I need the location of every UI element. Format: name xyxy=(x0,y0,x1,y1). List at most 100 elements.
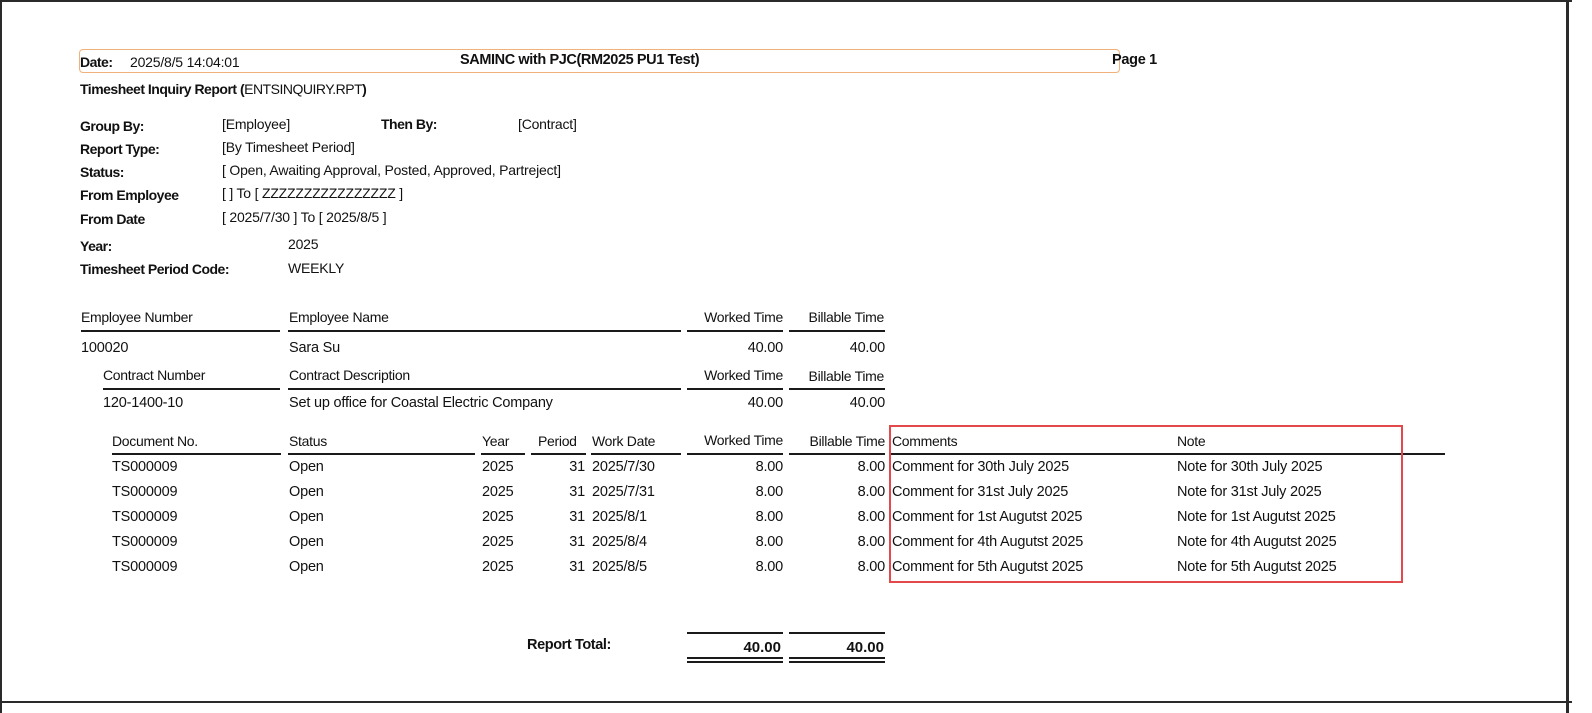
row-document: TS000009 xyxy=(112,559,178,575)
contract-description-header: Contract Description xyxy=(289,367,410,383)
year-label: Year: xyxy=(80,238,112,254)
row-period: 31 xyxy=(569,509,585,525)
group-by-value: [Employee] xyxy=(222,116,291,132)
row-year: 2025 xyxy=(482,509,514,525)
row-worked: 8.00 xyxy=(755,484,784,500)
employee-number: 100020 xyxy=(81,340,129,356)
frame-right xyxy=(1566,0,1569,713)
then-by-value: [Contract] xyxy=(518,116,577,132)
contract-description: Set up office for Coastal Electric Compa… xyxy=(289,395,553,411)
contract-billable-underline xyxy=(789,388,885,390)
row-year: 2025 xyxy=(482,559,514,575)
row-status: Open xyxy=(289,484,324,500)
year-header: Year xyxy=(482,433,510,449)
from-employee-value: [ ] To [ ZZZZZZZZZZZZZZZZ ] xyxy=(222,185,403,201)
employee-name-header: Employee Name xyxy=(289,309,389,325)
row-billable: 8.00 xyxy=(857,509,886,525)
row-document: TS000009 xyxy=(112,509,178,525)
row-period: 31 xyxy=(569,559,585,575)
employee-worked-underline xyxy=(687,330,783,332)
period-header: Period xyxy=(538,433,577,449)
contract-number: 120-1400-10 xyxy=(103,395,184,411)
contract-number-underline xyxy=(103,388,280,390)
from-date-label: From Date xyxy=(80,211,145,227)
row-document: TS000009 xyxy=(112,459,178,475)
total-billable-topline xyxy=(789,632,885,634)
report-type-value: [By Timesheet Period] xyxy=(222,139,355,155)
page-number: Page 1 xyxy=(1112,52,1157,68)
status-value: [ Open, Awaiting Approval, Posted, Appro… xyxy=(222,162,561,178)
employee-worked: 40.00 xyxy=(747,340,783,356)
row-worked: 8.00 xyxy=(755,459,784,475)
frame-top xyxy=(0,0,1572,2)
highlight-box xyxy=(889,425,1403,583)
row-status: Open xyxy=(289,559,324,575)
report-title: Timesheet Inquiry Report (ENTSINQUIRY.RP… xyxy=(80,81,367,97)
contract-billable-header: Billable Time xyxy=(808,368,885,384)
row-status: Open xyxy=(289,534,324,550)
row-status: Open xyxy=(289,509,324,525)
detail-worked-underline xyxy=(687,453,783,455)
company-name: SAMINC with PJC(RM2025 PU1 Test) xyxy=(460,52,700,68)
employee-billable: 40.00 xyxy=(849,340,885,356)
contract-worked-header: Worked Time xyxy=(704,367,783,383)
year-underline xyxy=(481,453,525,455)
row-worked: 8.00 xyxy=(755,534,784,550)
row-year: 2025 xyxy=(482,459,514,475)
date-value: 2025/8/5 14:04:01 xyxy=(130,54,240,70)
row-billable: 8.00 xyxy=(857,534,886,550)
detail-billable-underline xyxy=(789,453,885,455)
row-billable: 8.00 xyxy=(857,559,886,575)
employee-name-underline xyxy=(288,330,681,332)
row-billable: 8.00 xyxy=(857,484,886,500)
year-value: 2025 xyxy=(288,236,319,252)
report-page: Date: 2025/8/5 14:04:01 SAMINC with PJC(… xyxy=(0,0,1592,713)
group-by-label: Group By: xyxy=(80,118,144,134)
row-work-date: 2025/7/31 xyxy=(592,484,655,500)
frame-left xyxy=(0,0,2,713)
period-code-label: Timesheet Period Code: xyxy=(80,261,230,277)
document-header: Document No. xyxy=(112,433,198,449)
row-work-date: 2025/8/5 xyxy=(592,559,647,575)
row-work-date: 2025/7/30 xyxy=(592,459,655,475)
period-underline xyxy=(531,453,586,455)
employee-worked-header: Worked Time xyxy=(704,309,783,325)
row-billable: 8.00 xyxy=(857,459,886,475)
contract-billable: 40.00 xyxy=(849,395,885,411)
date-label: Date: xyxy=(80,54,113,70)
total-worked: 40.00 xyxy=(743,639,781,656)
row-document: TS000009 xyxy=(112,484,178,500)
report-type-label: Report Type: xyxy=(80,141,160,157)
row-worked: 8.00 xyxy=(755,559,784,575)
contract-worked-underline xyxy=(687,388,783,390)
employee-name: Sara Su xyxy=(289,340,340,356)
report-file-name: ENTSINQUIRY.RPT xyxy=(244,81,363,97)
employee-billable-header: Billable Time xyxy=(808,309,885,325)
contract-worked: 40.00 xyxy=(747,395,783,411)
detail-worked-header: Worked Time xyxy=(704,432,783,448)
employee-billable-underline xyxy=(789,330,885,332)
from-date-value: [ 2025/7/30 ] To [ 2025/8/5 ] xyxy=(222,209,387,225)
contract-description-underline xyxy=(288,388,681,390)
from-employee-label: From Employee xyxy=(80,187,179,203)
report-title-close: ) xyxy=(362,81,367,97)
detail-billable-header: Billable Time xyxy=(809,433,886,449)
row-year: 2025 xyxy=(482,534,514,550)
work-date-underline xyxy=(591,453,681,455)
then-by-label: Then By: xyxy=(381,116,437,132)
period-code-value: WEEKLY xyxy=(288,260,345,276)
total-billable: 40.00 xyxy=(846,639,884,656)
row-period: 31 xyxy=(569,534,585,550)
row-status: Open xyxy=(289,459,324,475)
total-worked-underline-1 xyxy=(687,657,783,659)
row-work-date: 2025/8/1 xyxy=(592,509,647,525)
total-worked-topline xyxy=(687,632,783,634)
frame-bottom xyxy=(0,701,1572,703)
status-label: Status: xyxy=(80,164,124,180)
report-total-label: Report Total: xyxy=(527,637,611,653)
employee-number-header: Employee Number xyxy=(81,309,193,325)
row-work-date: 2025/8/4 xyxy=(592,534,647,550)
total-billable-underline-2 xyxy=(789,661,885,663)
row-period: 31 xyxy=(569,459,585,475)
work-date-header: Work Date xyxy=(592,433,656,449)
